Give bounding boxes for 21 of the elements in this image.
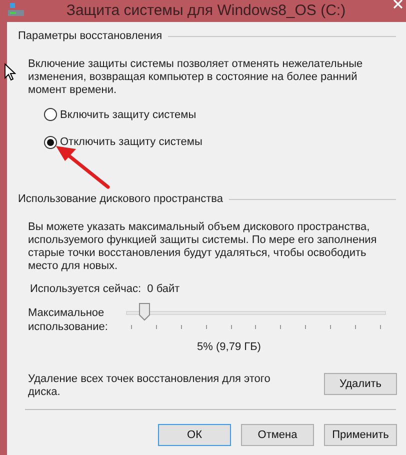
dialog-button[interactable]: Применить	[324, 424, 397, 446]
usage-text: Используется сейчас: 0 байт	[29, 282, 181, 297]
slider-thumb[interactable]	[138, 302, 150, 320]
usage-reading: 5% (9,79 ГБ)	[196, 340, 262, 354]
dialog-button[interactable]: Отмена	[241, 424, 314, 446]
radio-button[interactable]	[44, 136, 57, 149]
max-usage-label: Максимальное использование:	[28, 306, 109, 334]
window-title: Защита системы для Windows8_OS (C:)	[65, 1, 347, 21]
group-heading: Параметры восстановления	[18, 29, 162, 44]
close-icon[interactable]	[392, 0, 404, 10]
radio-button[interactable]	[44, 108, 57, 122]
radio-label[interactable]: Отключить защиту системы	[60, 134, 202, 150]
app-icon	[8, 3, 24, 17]
description-text: Включение защиты системы позволяет отменять нежелательные изменения, возвращая компьютер в состояние на более ранний момент времени.	[28, 58, 364, 96]
radio-label[interactable]: Включить защиту системы	[60, 106, 196, 123]
description-text: Вы можете указать максимальный объем дискового пространства, используемого функцией защиты системы. По мере его заполнения старые точки восстановления будут удаляться, чтобы освободить место для новых.	[28, 221, 378, 273]
mouse-cursor-icon	[4, 63, 16, 81]
group-heading: Использование дискового пространства	[18, 192, 223, 206]
delete-button[interactable]: Удалить	[324, 373, 397, 395]
dialog-button[interactable]: ОК	[158, 424, 231, 446]
delete-text: Удаление всех точек восстановления для этого диска.	[28, 373, 272, 399]
